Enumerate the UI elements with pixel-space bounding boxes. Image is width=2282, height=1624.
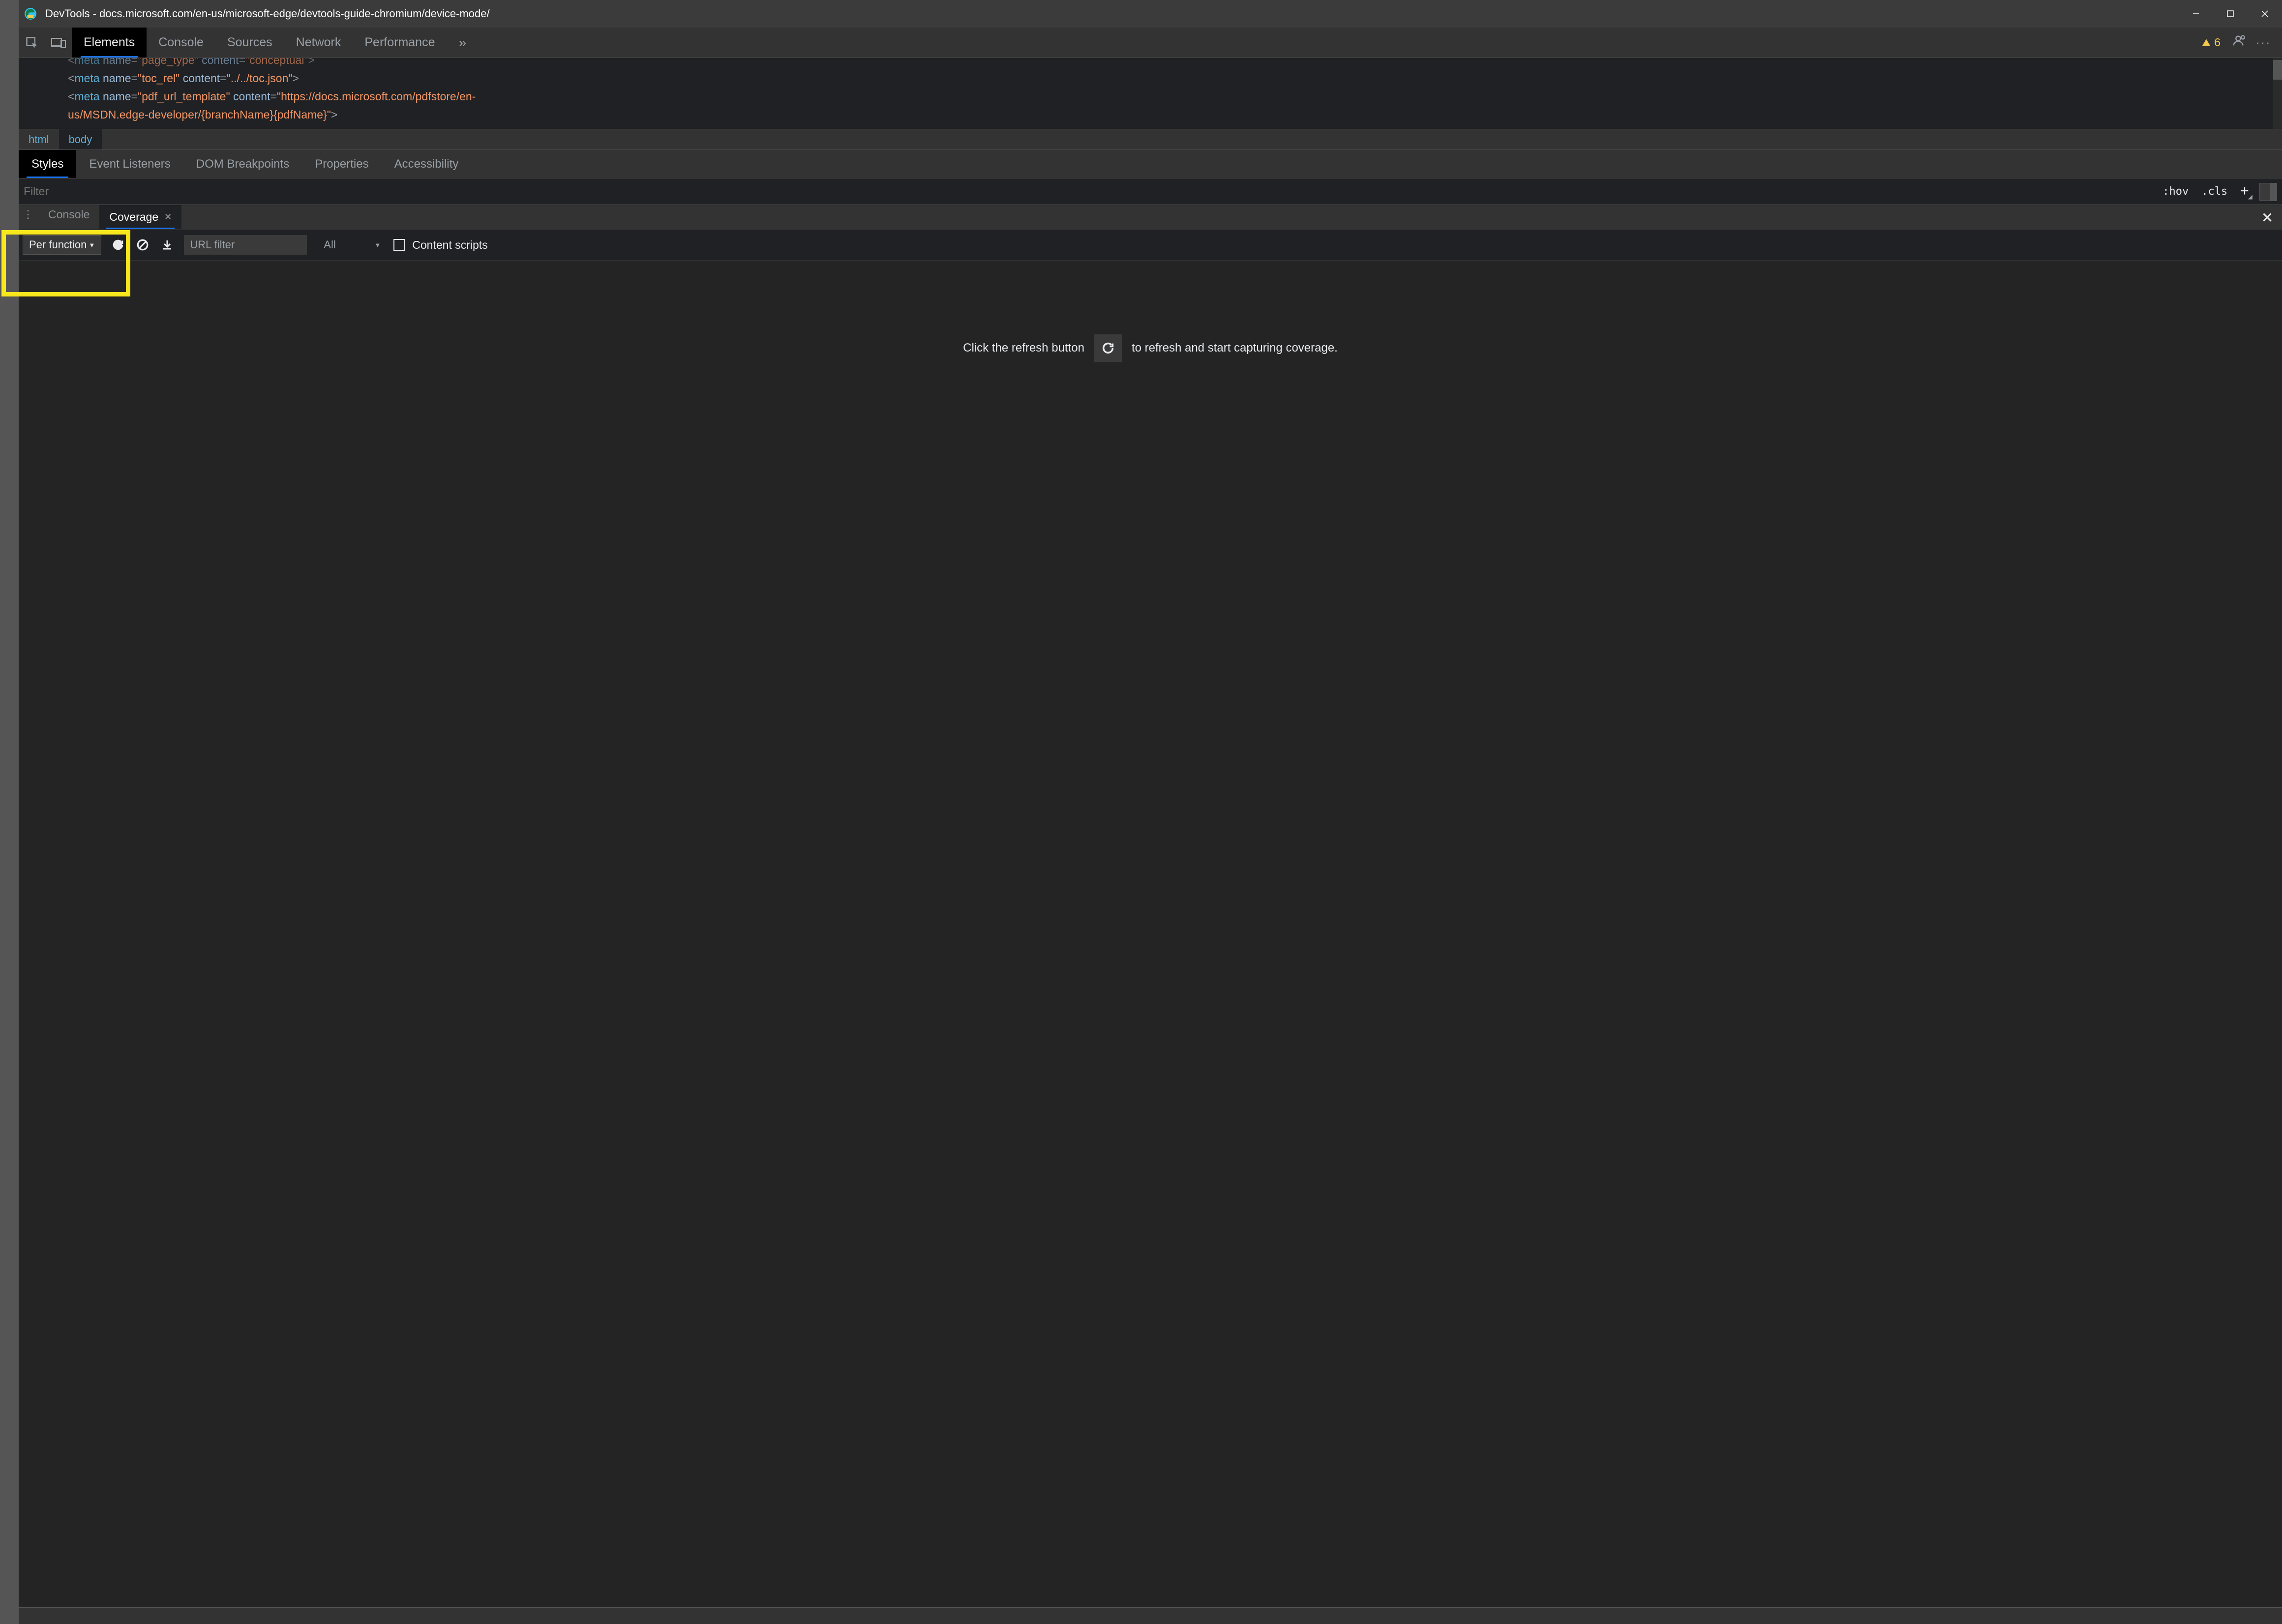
tabs-overflow-button[interactable]: » (447, 28, 478, 58)
content-scripts-checkbox[interactable]: Content scripts (393, 238, 487, 252)
toolbar-right: 6 ··· (2201, 28, 2282, 58)
warnings-indicator[interactable]: 6 (2201, 36, 2221, 49)
window-buttons (2179, 0, 2282, 28)
close-coverage-tab-icon[interactable]: ✕ (164, 212, 172, 222)
inspect-element-icon[interactable] (19, 28, 45, 58)
drawer-tab-console[interactable]: Console (38, 205, 99, 224)
warnings-count: 6 (2214, 36, 2221, 49)
tab-performance[interactable]: Performance (353, 28, 447, 58)
tab-elements[interactable]: Elements (72, 28, 147, 58)
window-title: DevTools - docs.microsoft.com/en-us/micr… (45, 7, 2179, 20)
clear-icon[interactable] (135, 237, 150, 253)
chevron-down-icon: ▼ (374, 241, 381, 249)
titlebar: DevTools - docs.microsoft.com/en-us/micr… (19, 0, 2282, 28)
checkbox-icon (393, 239, 405, 251)
dom-breadcrumb: html body (19, 129, 2282, 149)
coverage-url-filter[interactable]: URL filter (184, 235, 307, 255)
devtools-app-icon (23, 6, 38, 22)
drawer-tabs: ⋮⋮⋮ Console Coverage ✕ (19, 205, 2282, 229)
coverage-granularity-dropdown[interactable]: Per function ▼ (23, 235, 101, 255)
coverage-toolbar: Per function ▼ URL filter All ▼ Content … (19, 229, 2282, 261)
drawer-drag-handle-icon[interactable]: ⋮⋮⋮ (19, 205, 38, 224)
cls-toggle[interactable]: .cls (2201, 185, 2227, 198)
chevron-down-icon: ▼ (89, 241, 95, 249)
dom-line-prev: <meta name="page_type" content="conceptu… (68, 58, 2282, 69)
device-toggle-icon[interactable] (45, 28, 72, 58)
styles-scroll-indicator[interactable] (2259, 183, 2277, 201)
dom-line-2b: us/MSDN.edge-developer/{branchName}{pdfN… (68, 106, 2282, 124)
tab-sources[interactable]: Sources (215, 28, 284, 58)
devtools-window: DevTools - docs.microsoft.com/en-us/micr… (19, 0, 2282, 1624)
coverage-refresh-button[interactable] (1094, 334, 1122, 362)
styles-filter-input[interactable] (24, 185, 299, 198)
crumb-html[interactable]: html (19, 129, 59, 149)
tab-console[interactable]: Console (147, 28, 215, 58)
elements-dom-tree[interactable]: <meta name="page_type" content="conceptu… (19, 58, 2282, 129)
main-tabs: Elements Console Sources Network Perform… (72, 28, 478, 58)
crumb-body[interactable]: body (59, 129, 102, 149)
coverage-message-after: to refresh and start capturing coverage. (1132, 341, 1338, 355)
close-window-button[interactable] (2248, 0, 2282, 28)
subtab-styles[interactable]: Styles (19, 150, 76, 178)
styles-filter-row: :hov .cls +◢ (19, 178, 2282, 205)
tab-network[interactable]: Network (284, 28, 353, 58)
hov-toggle[interactable]: :hov (2162, 185, 2189, 198)
main-toolbar: Elements Console Sources Network Perform… (19, 28, 2282, 58)
close-drawer-button[interactable] (2252, 205, 2282, 229)
coverage-empty-state: Click the refresh button to refresh and … (19, 261, 2282, 1607)
reload-icon[interactable] (110, 237, 126, 253)
subtab-properties[interactable]: Properties (302, 150, 381, 178)
dom-line-2a: <meta name="pdf_url_template" content="h… (68, 88, 2282, 106)
maximize-button[interactable] (2213, 0, 2248, 28)
settings-menu-icon[interactable]: ··· (2256, 36, 2271, 49)
dom-line-1: <meta name="toc_rel" content="../../toc.… (68, 69, 2282, 88)
minimize-button[interactable] (2179, 0, 2213, 28)
export-icon[interactable] (159, 237, 175, 253)
subtab-accessibility[interactable]: Accessibility (382, 150, 472, 178)
feedback-icon[interactable] (2231, 34, 2245, 51)
subtab-dom-breakpoints[interactable]: DOM Breakpoints (183, 150, 302, 178)
drawer-tab-coverage[interactable]: Coverage ✕ (99, 205, 181, 229)
sidebar-tabs: Styles Event Listeners DOM Breakpoints P… (19, 149, 2282, 178)
subtab-event-listeners[interactable]: Event Listeners (76, 150, 183, 178)
coverage-message-before: Click the refresh button (963, 341, 1084, 355)
coverage-type-dropdown[interactable]: All ▼ (316, 235, 385, 255)
statusbar (19, 1607, 2282, 1624)
